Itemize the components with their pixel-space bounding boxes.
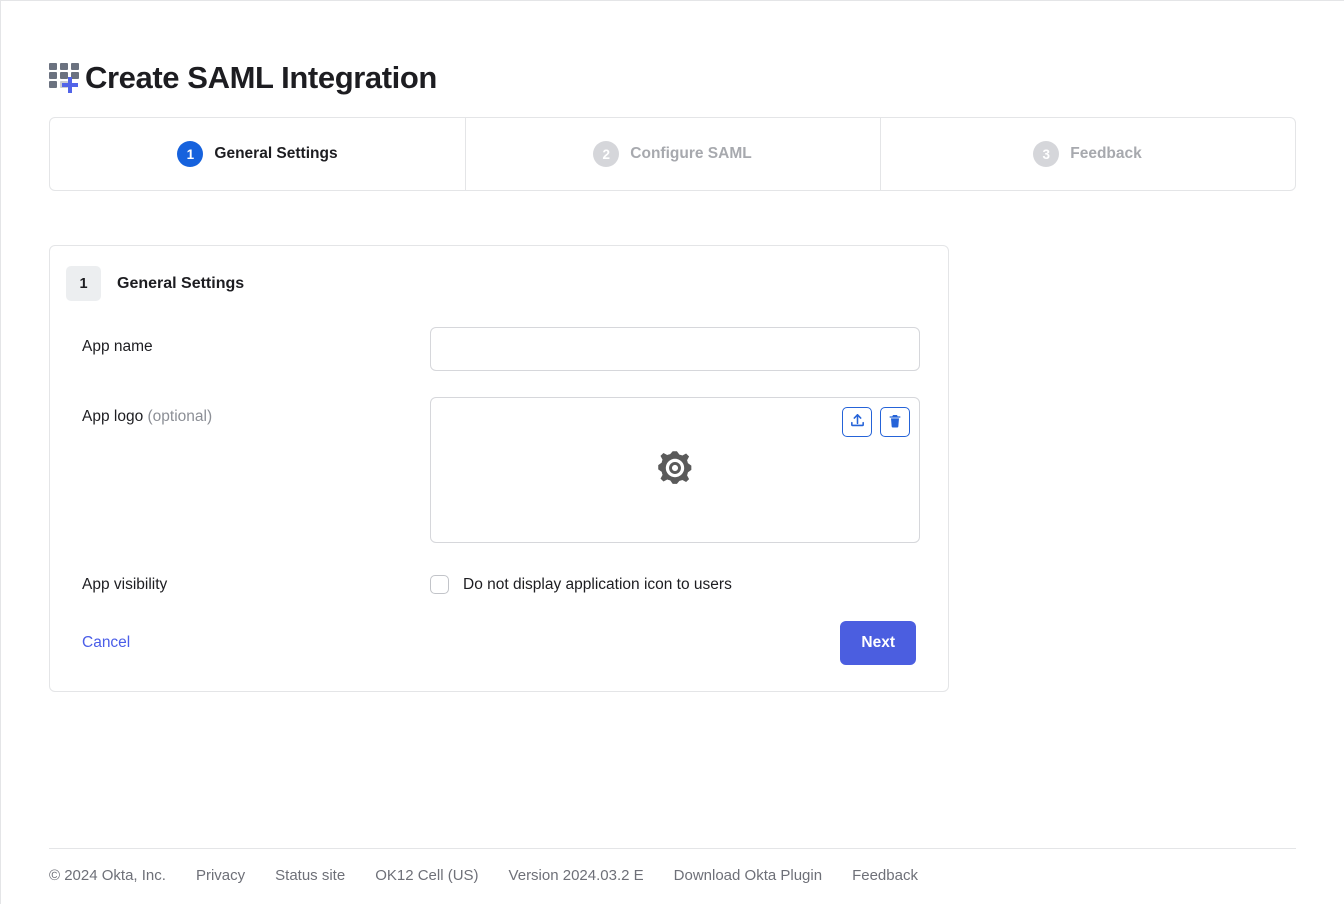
app-logo-control [430, 397, 920, 543]
app-visibility-label: App visibility [82, 576, 168, 593]
step-label-2: Configure SAML [630, 145, 752, 162]
next-button[interactable]: Next [840, 621, 916, 666]
step-tab-configure-saml[interactable]: 2 Configure SAML [465, 118, 880, 190]
step-badge-3: 3 [1033, 141, 1060, 167]
app-logo-placeholder [431, 398, 919, 542]
page-footer: © 2024 Okta, Inc. Privacy Status site OK… [49, 848, 1296, 884]
app-name-input[interactable] [430, 327, 920, 371]
app-grid-plus-icon [49, 61, 83, 95]
hide-app-icon-checkbox[interactable] [430, 575, 449, 594]
card-actions: Cancel Next [50, 621, 948, 666]
app-logo-dropzone[interactable] [430, 397, 920, 543]
form-row-app-logo: App logo (optional) [50, 397, 948, 543]
footer-copyright: © 2024 Okta, Inc. [49, 867, 166, 884]
footer-version: Version 2024.03.2 E [508, 867, 644, 884]
app-logo-label-text: App logo [82, 408, 144, 425]
footer-link-status-site[interactable]: Status site [275, 867, 345, 884]
page-title: Create SAML Integration [85, 59, 437, 95]
footer-link-feedback[interactable]: Feedback [852, 867, 918, 884]
section-title: General Settings [117, 274, 245, 292]
step-tab-general-settings[interactable]: 1 General Settings [50, 118, 465, 190]
stepper: 1 General Settings 2 Configure SAML 3 Fe… [49, 117, 1296, 191]
card-header: 1 General Settings [50, 246, 948, 301]
step-label-3: Feedback [1070, 145, 1142, 162]
step-tab-feedback[interactable]: 3 Feedback [880, 118, 1295, 190]
footer-link-cell[interactable]: OK12 Cell (US) [375, 867, 478, 884]
form-row-app-visibility: App visibility Do not display applicatio… [50, 575, 948, 595]
form-row-app-name: App name [50, 327, 948, 371]
app-name-control [430, 327, 920, 371]
footer-link-privacy[interactable]: Privacy [196, 867, 245, 884]
app-visibility-control: Do not display application icon to users [430, 575, 916, 594]
general-settings-card: 1 General Settings App name App logo (op… [49, 245, 949, 693]
step-badge-1: 1 [177, 141, 204, 167]
footer-link-download-plugin[interactable]: Download Okta Plugin [674, 867, 822, 884]
step-badge-2: 2 [593, 141, 620, 167]
app-name-label: App name [82, 338, 153, 355]
page-header: Create SAML Integration [1, 1, 1344, 93]
hide-app-icon-checkbox-label: Do not display application icon to users [463, 575, 732, 593]
app-logo-optional-text: (optional) [147, 408, 213, 425]
section-number-badge: 1 [66, 266, 101, 301]
page-root: Create SAML Integration 1 General Settin… [0, 0, 1344, 904]
app-logo-label: App logo (optional) [82, 397, 430, 427]
step-label-1: General Settings [214, 145, 338, 162]
gear-icon [652, 445, 698, 496]
cancel-link[interactable]: Cancel [82, 634, 130, 652]
